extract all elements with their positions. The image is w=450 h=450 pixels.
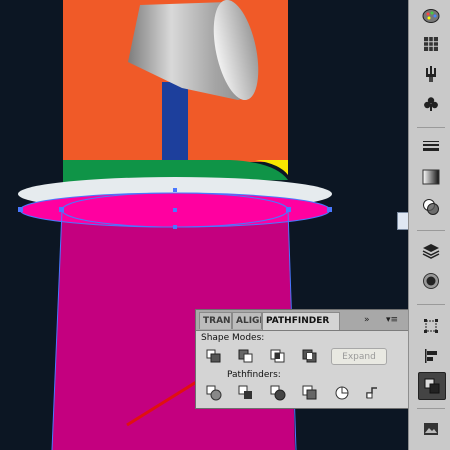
gradient-icon[interactable] [418,164,444,190]
swatches-grid-icon[interactable] [418,31,444,57]
layers-icon[interactable] [418,238,444,264]
color-palette-icon[interactable] [418,3,444,29]
pathfinder-panel: TRAN ALIGN PATHFINDER » ▾≡ Shape Modes: … [195,309,409,409]
exclude-icon[interactable] [300,347,320,365]
trim-icon[interactable] [236,384,256,402]
symbols-club-icon[interactable] [418,91,444,117]
dock-separator [417,127,445,128]
brushes-icon[interactable] [418,61,444,87]
pathfinders-label: Pathfinders: [227,370,281,380]
transparency-icon[interactable] [418,194,444,220]
dock-separator [417,230,445,231]
merge-icon[interactable] [268,384,288,402]
blue-pole [162,82,188,162]
panel-collapse-button[interactable]: » [364,312,370,328]
dock-separator [417,408,445,409]
tab-align[interactable]: ALIGN [232,312,262,329]
shape-modes-label: Shape Modes: [201,333,265,343]
pathfinder-icon[interactable] [418,372,446,400]
tab-pathfinder[interactable]: PATHFINDER [262,312,340,330]
appearance-icon[interactable] [418,268,444,294]
dock-separator [417,304,445,305]
tab-transform[interactable]: TRAN [199,312,232,329]
crop-icon[interactable] [300,384,320,402]
panel-tab-bar: TRAN ALIGN PATHFINDER » ▾≡ [196,310,408,331]
panel-dock [408,0,450,450]
stroke-lines-icon[interactable] [418,134,444,160]
intersect-icon[interactable] [268,347,288,365]
align-icon[interactable] [418,343,444,369]
transform-icon[interactable] [418,313,444,339]
expand-button[interactable]: Expand [331,348,387,365]
divide-icon[interactable] [204,384,224,402]
image-icon[interactable] [418,416,444,442]
minus-front-icon[interactable] [236,347,256,365]
unite-icon[interactable] [204,347,224,365]
minus-back-icon[interactable] [362,384,382,402]
outline-icon[interactable] [332,384,352,402]
panel-menu-button[interactable]: ▾≡ [386,312,398,328]
